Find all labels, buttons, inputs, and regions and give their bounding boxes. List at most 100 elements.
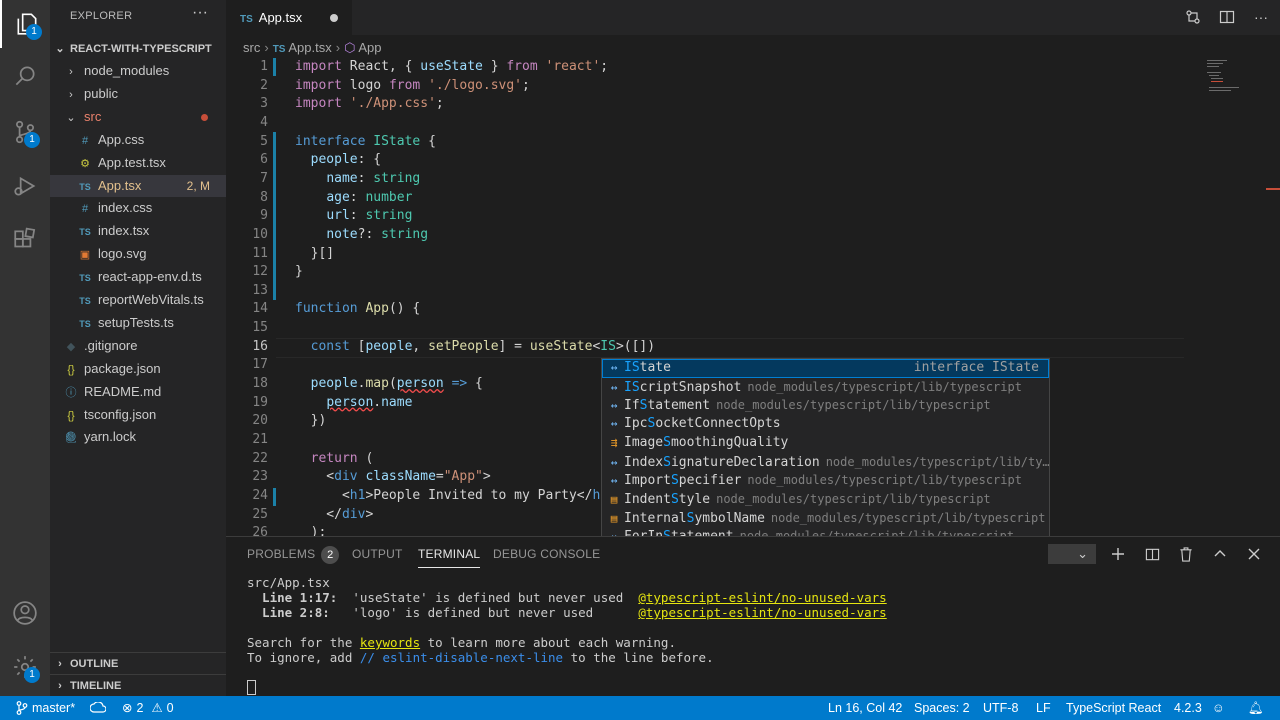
tree-item-app-test-tsx[interactable]: ⚙ App.test.tsx xyxy=(50,152,226,174)
tab-output[interactable]: OUTPUT xyxy=(352,537,403,572)
suggestion-item[interactable]: ▤ InternalSymbolName node_modules/typescri… xyxy=(602,509,1049,528)
suggestion-item[interactable]: ↔ IpcSocketConnectOpts xyxy=(602,415,1049,434)
tab-debug-console[interactable]: DEBUG CONSOLE xyxy=(493,537,600,572)
split-editor-icon[interactable] xyxy=(1218,8,1236,26)
interface-icon: ↔ xyxy=(610,399,618,413)
tab-terminal[interactable]: TERMINAL xyxy=(418,537,481,568)
status-bar: master* ⊗ 2 ⚠ 0 Ln 16, Col 42 Spaces: 2 UT… xyxy=(0,696,1280,720)
tab-app-tsx[interactable]: TS App.tsx xyxy=(226,0,352,35)
tree-item-package-json[interactable]: {} package.json xyxy=(50,358,226,380)
suggestion-label-part: If xyxy=(624,398,640,414)
extensions-icon[interactable] xyxy=(0,216,50,264)
tree-item-node-modules[interactable]: › node_modules xyxy=(50,60,226,82)
more-actions-icon[interactable]: ··· xyxy=(1252,8,1270,26)
eslint-rule-link[interactable]: @typescript-eslint/no-unused-vars xyxy=(638,590,886,605)
chevron-right-icon: › xyxy=(335,40,341,55)
notifications-bell-icon[interactable]: 🔔︎ xyxy=(1248,696,1264,720)
suggestion-item[interactable]: ↔ IndexSignatureDeclaration node_modules/t… xyxy=(602,453,1049,472)
suggestion-label-part: IS xyxy=(624,360,640,375)
split-terminal-icon[interactable] xyxy=(1144,545,1160,563)
maximize-panel-icon[interactable] xyxy=(1212,545,1228,563)
more-actions-icon[interactable]: ··· xyxy=(192,4,208,22)
suggestion-label-part: Import xyxy=(624,473,671,489)
accounts-icon[interactable] xyxy=(0,589,50,637)
terminal-file: src/App.tsx xyxy=(247,575,330,590)
yarn-file-icon: 🧶︎ xyxy=(64,432,78,445)
tree-item-label: index.tsx xyxy=(98,223,150,239)
tree-item-setuptests-ts[interactable]: TS setupTests.ts xyxy=(50,312,226,334)
suggestion-detail: node_modules/typescript/lib/typescript xyxy=(747,379,1022,394)
tree-item-tsconfig-json[interactable]: {} tsconfig.json xyxy=(50,404,226,426)
breadcrumb-symbol[interactable]: App xyxy=(358,40,381,55)
eslint-rule-link[interactable]: @typescript-eslint/no-unused-vars xyxy=(638,605,886,620)
breadcrumb-file[interactable]: App.tsx xyxy=(288,40,331,55)
tree-item-reportwebvitals-ts[interactable]: TS reportWebVitals.ts xyxy=(50,289,226,311)
indentation[interactable]: Spaces: 2 xyxy=(914,696,970,720)
feedback-icon[interactable]: ☺ xyxy=(1212,696,1225,720)
tree-item-app-tsx[interactable]: TS App.tsx 2, M xyxy=(50,174,226,197)
explorer-icon[interactable]: 1 xyxy=(0,0,52,48)
suggestion-item[interactable]: ↔ IScriptSnapshot node_modules/typescript/… xyxy=(602,378,1049,397)
suggestion-item[interactable]: ↔ IfStatement node_modules/typescript/lib/… xyxy=(602,396,1049,415)
outline-section[interactable]: › OUTLINE xyxy=(50,652,226,675)
close-panel-icon[interactable] xyxy=(1246,545,1262,563)
manage-gear-icon[interactable]: 1 xyxy=(0,643,50,691)
panel-tab-label: OUTPUT xyxy=(352,547,403,561)
tree-item-readme-md[interactable]: ⓘ README.md xyxy=(50,381,226,403)
tree-item-react-app-env-d-ts[interactable]: TS react-app-env.d.ts xyxy=(50,266,226,288)
tree-item-gitignore[interactable]: ◆ .gitignore xyxy=(50,335,226,357)
open-changes-icon[interactable] xyxy=(1184,8,1202,26)
json-file-icon: {} xyxy=(67,363,75,376)
json-file-icon: {} xyxy=(67,409,75,422)
project-folder[interactable]: ⌄ REACT-WITH-TYPESCRIPT xyxy=(50,38,226,60)
code-text: age: number xyxy=(295,189,412,208)
breadcrumb-folder[interactable]: src xyxy=(243,40,260,55)
code-token: { xyxy=(467,376,483,392)
tree-item-logo-svg[interactable]: ▣ logo.svg xyxy=(50,243,226,265)
cursor-position[interactable]: Ln 16, Col 42 xyxy=(828,696,902,720)
typescript-version[interactable]: 4.2.3 xyxy=(1174,696,1202,720)
language-mode[interactable]: TypeScript React xyxy=(1066,696,1161,720)
suggestion-item[interactable]: ↔ ImportSpecifier node_modules/typescript/… xyxy=(602,471,1049,490)
encoding[interactable]: UTF-8 xyxy=(983,696,1018,720)
source-control-icon[interactable]: 1 xyxy=(0,108,50,156)
line-number: 8 xyxy=(260,189,268,205)
terminal-output[interactable]: src/App.tsx Line 1:17: 'useState' is def… xyxy=(247,575,887,665)
code-token: note xyxy=(326,226,358,242)
minimap[interactable] xyxy=(1205,58,1265,98)
line-number: 19 xyxy=(252,394,268,410)
terminal-select[interactable]: ⌄ xyxy=(1048,544,1096,564)
line-number: 21 xyxy=(252,432,268,447)
tree-item-src[interactable]: ⌄ src xyxy=(50,106,226,128)
end-of-line[interactable]: LF xyxy=(1036,696,1051,720)
tree-item-index-tsx[interactable]: TS index.tsx xyxy=(50,220,226,242)
search-icon[interactable] xyxy=(0,52,50,100)
tree-item-public[interactable]: › public xyxy=(50,83,226,105)
kill-terminal-icon[interactable] xyxy=(1178,545,1194,563)
tree-item-label: setupTests.ts xyxy=(98,314,174,330)
tree-item-index-css[interactable]: # index.css xyxy=(50,197,226,219)
suggestion-item[interactable]: ▤ IndentStyle node_modules/typescript/lib/… xyxy=(602,490,1049,509)
line-number: 25 xyxy=(252,506,268,522)
suggestion-item[interactable]: ↔ IState interface IState xyxy=(602,359,1049,378)
tree-item-yarn-lock[interactable]: 🧶︎ yarn.lock xyxy=(50,426,226,448)
tree-item-app-css[interactable]: # App.css xyxy=(50,129,226,151)
new-terminal-icon[interactable] xyxy=(1110,545,1126,563)
line-number: 15 xyxy=(252,320,268,336)
typescript-file-icon: TS xyxy=(79,181,91,192)
suggestion-item[interactable]: ⇶ ImageSmoothingQuality xyxy=(602,434,1049,453)
eslint-disable-comment: // eslint-disable-next-line xyxy=(359,650,564,665)
problems-indicator[interactable]: ⊗ 2 ⚠ 0 xyxy=(122,696,174,720)
keywords-link[interactable]: keywords xyxy=(360,635,420,650)
timeline-section[interactable]: › TIMELINE xyxy=(50,674,226,697)
code-token: IState xyxy=(373,133,421,149)
gutter-modified-marker xyxy=(273,132,276,300)
line-number: 26 xyxy=(252,525,268,536)
sync-icon[interactable] xyxy=(90,696,106,720)
run-debug-icon[interactable] xyxy=(0,162,50,210)
branch-indicator[interactable]: master* xyxy=(16,696,75,720)
tab-problems[interactable]: PROBLEMS 2 xyxy=(247,537,340,572)
unsaved-dot-icon[interactable] xyxy=(330,14,338,22)
